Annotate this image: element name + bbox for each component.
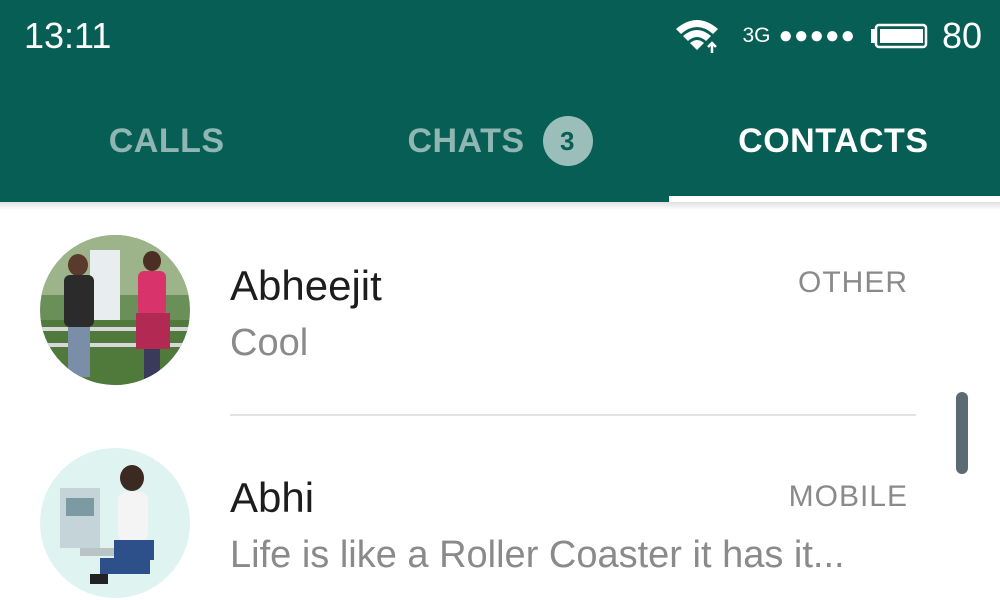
avatar [40,448,190,598]
signal-icon: ●●●●● [778,22,856,49]
battery-icon [870,23,928,49]
contact-type: OTHER [798,266,908,299]
tab-contacts[interactable]: CONTACTS [667,80,1000,202]
tab-contacts-label: CONTACTS [738,121,929,160]
tab-calls-label: CALLS [108,121,225,160]
contact-type: MOBILE [788,480,908,513]
battery-percent: 80 [941,15,982,56]
contact-photo [40,448,190,598]
contact-row[interactable]: Abheejit Cool OTHER [0,210,1000,415]
status-bar: 13:11 3G ●●●●● 80 [0,0,1000,80]
tab-chats[interactable]: CHATS 3 [333,80,666,202]
contact-row[interactable]: Abhi Life is like a Roller Coaster it ha… [0,416,1000,600]
tab-bar: CALLS CHATS 3 CONTACTS [0,80,1000,202]
app-header: 13:11 3G ●●●●● 80 CALLS CHATS 3 CONTACTS [0,0,1000,202]
header-shadow [0,202,1000,210]
tab-calls[interactable]: CALLS [0,80,333,202]
contact-status: Life is like a Roller Coaster it has it.… [230,534,845,576]
contact-photo [40,235,190,385]
avatar [40,235,190,385]
status-time: 13:11 [24,15,112,56]
contact-name: Abheejit [230,262,382,309]
unread-badge: 3 [542,116,593,166]
contact-status: Cool [230,322,309,364]
tab-chats-label: CHATS [407,121,525,160]
wifi-icon [676,20,719,53]
contacts-list: Abheejit Cool OTHER Abhi Life is like a … [0,210,1000,600]
contact-name: Abhi [230,474,315,521]
scrollbar[interactable] [956,392,968,474]
status-icons: 3G ●●●●● 80 [674,14,982,58]
network-type: 3G [742,24,771,47]
